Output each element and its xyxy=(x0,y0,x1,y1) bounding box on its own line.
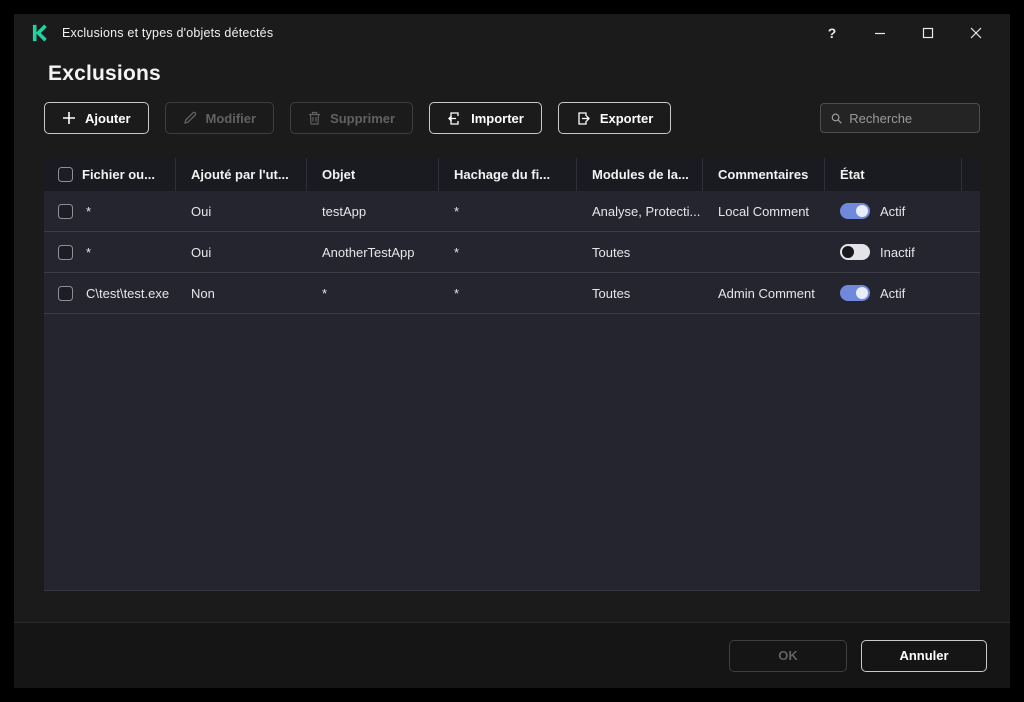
kaspersky-logo-icon xyxy=(32,24,47,42)
cell-hash: * xyxy=(454,244,460,260)
state-label: Inactif xyxy=(880,244,915,260)
state-toggle[interactable] xyxy=(840,244,870,260)
state-label: Actif xyxy=(880,203,906,219)
search-box[interactable] xyxy=(820,103,980,133)
add-button-label: Ajouter xyxy=(85,110,131,126)
minimize-button[interactable] xyxy=(870,23,890,43)
toolbar: Ajouter Modifier Supprimer Importer Expo… xyxy=(44,102,980,134)
import-button[interactable]: Importer xyxy=(429,102,542,134)
select-all-checkbox[interactable] xyxy=(58,167,73,182)
header-cell-file: Fichier ou... xyxy=(44,158,176,191)
table-body: * Oui testApp * Analyse, Protecti... Loc… xyxy=(44,191,980,314)
row-checkbox[interactable] xyxy=(58,203,73,219)
header-cell-comments: Commentaires xyxy=(703,158,825,191)
app-window: Exclusions et types d'objets détectés ? … xyxy=(14,14,1010,688)
delete-button[interactable]: Supprimer xyxy=(290,102,414,134)
header-cell-object: Objet xyxy=(307,158,439,191)
plus-icon xyxy=(63,112,75,124)
search-input[interactable] xyxy=(849,110,969,126)
import-button-label: Importer xyxy=(471,110,524,126)
export-button-label: Exporter xyxy=(599,110,654,126)
edit-button[interactable]: Modifier xyxy=(164,102,275,134)
header-cell-state: État xyxy=(825,158,962,191)
cancel-button[interactable]: Annuler xyxy=(861,639,987,672)
pencil-icon xyxy=(183,111,196,124)
state-toggle[interactable] xyxy=(840,285,870,301)
cell-spacer xyxy=(962,191,980,231)
cell-modules: Toutes xyxy=(592,244,631,260)
header-cell-added-by: Ajouté par l'ut... xyxy=(176,158,307,191)
export-icon xyxy=(578,111,590,125)
table-row[interactable]: C\test\test.exe Non * * Toutes Admin Com… xyxy=(44,273,980,314)
search-icon xyxy=(831,113,842,124)
cell-modules: Analyse, Protecti... xyxy=(592,203,701,219)
export-button[interactable]: Exporter xyxy=(557,102,672,134)
cell-object: testApp xyxy=(322,203,367,219)
cell-file: C\test\test.exe xyxy=(86,285,170,301)
cell-spacer xyxy=(962,273,980,313)
cell-comment xyxy=(703,232,825,272)
cell-hash: * xyxy=(454,285,460,301)
cell-hash: * xyxy=(454,203,460,219)
cell-added-by: Non xyxy=(191,285,215,301)
cell-added-by: Oui xyxy=(191,203,212,219)
cell-object: * xyxy=(322,285,328,301)
cell-file: * xyxy=(86,203,92,219)
cell-object: AnotherTestApp xyxy=(322,244,415,260)
cell-spacer xyxy=(962,232,980,272)
table-row[interactable]: * Oui testApp * Analyse, Protecti... Loc… xyxy=(44,191,980,232)
exclusions-table: Fichier ou... Ajouté par l'ut... Objet H… xyxy=(44,158,980,591)
ok-button[interactable]: OK xyxy=(729,639,847,672)
table-row[interactable]: * Oui AnotherTestApp * Toutes Inactif xyxy=(44,232,980,273)
header-cell-hash: Hachage du fi... xyxy=(439,158,577,191)
help-button[interactable]: ? xyxy=(822,23,842,43)
delete-button-label: Supprimer xyxy=(330,110,396,126)
header-cell-modules: Modules de la... xyxy=(577,158,703,191)
close-button[interactable] xyxy=(966,23,986,43)
window-title: Exclusions et types d'objets détectés xyxy=(62,26,274,40)
cell-added-by: Oui xyxy=(191,244,212,260)
page-title: Exclusions xyxy=(48,62,161,85)
titlebar: Exclusions et types d'objets détectés ? xyxy=(14,14,1010,52)
table-empty-area xyxy=(44,314,980,590)
table-header: Fichier ou... Ajouté par l'ut... Objet H… xyxy=(44,158,980,191)
header-cell-spacer xyxy=(962,158,980,191)
state-label: Actif xyxy=(880,285,906,301)
cell-comment: Local Comment xyxy=(718,203,810,219)
row-checkbox[interactable] xyxy=(58,285,73,301)
cell-comment: Admin Comment xyxy=(718,285,815,301)
row-checkbox[interactable] xyxy=(58,244,73,260)
maximize-button[interactable] xyxy=(918,23,938,43)
footer: OK Annuler xyxy=(14,622,1010,688)
cell-file: * xyxy=(86,244,92,260)
import-icon xyxy=(448,111,459,125)
edit-button-label: Modifier xyxy=(205,110,257,126)
cell-modules: Toutes xyxy=(592,285,631,301)
add-button[interactable]: Ajouter xyxy=(44,102,149,134)
trash-icon xyxy=(309,111,321,125)
state-toggle[interactable] xyxy=(840,203,870,219)
